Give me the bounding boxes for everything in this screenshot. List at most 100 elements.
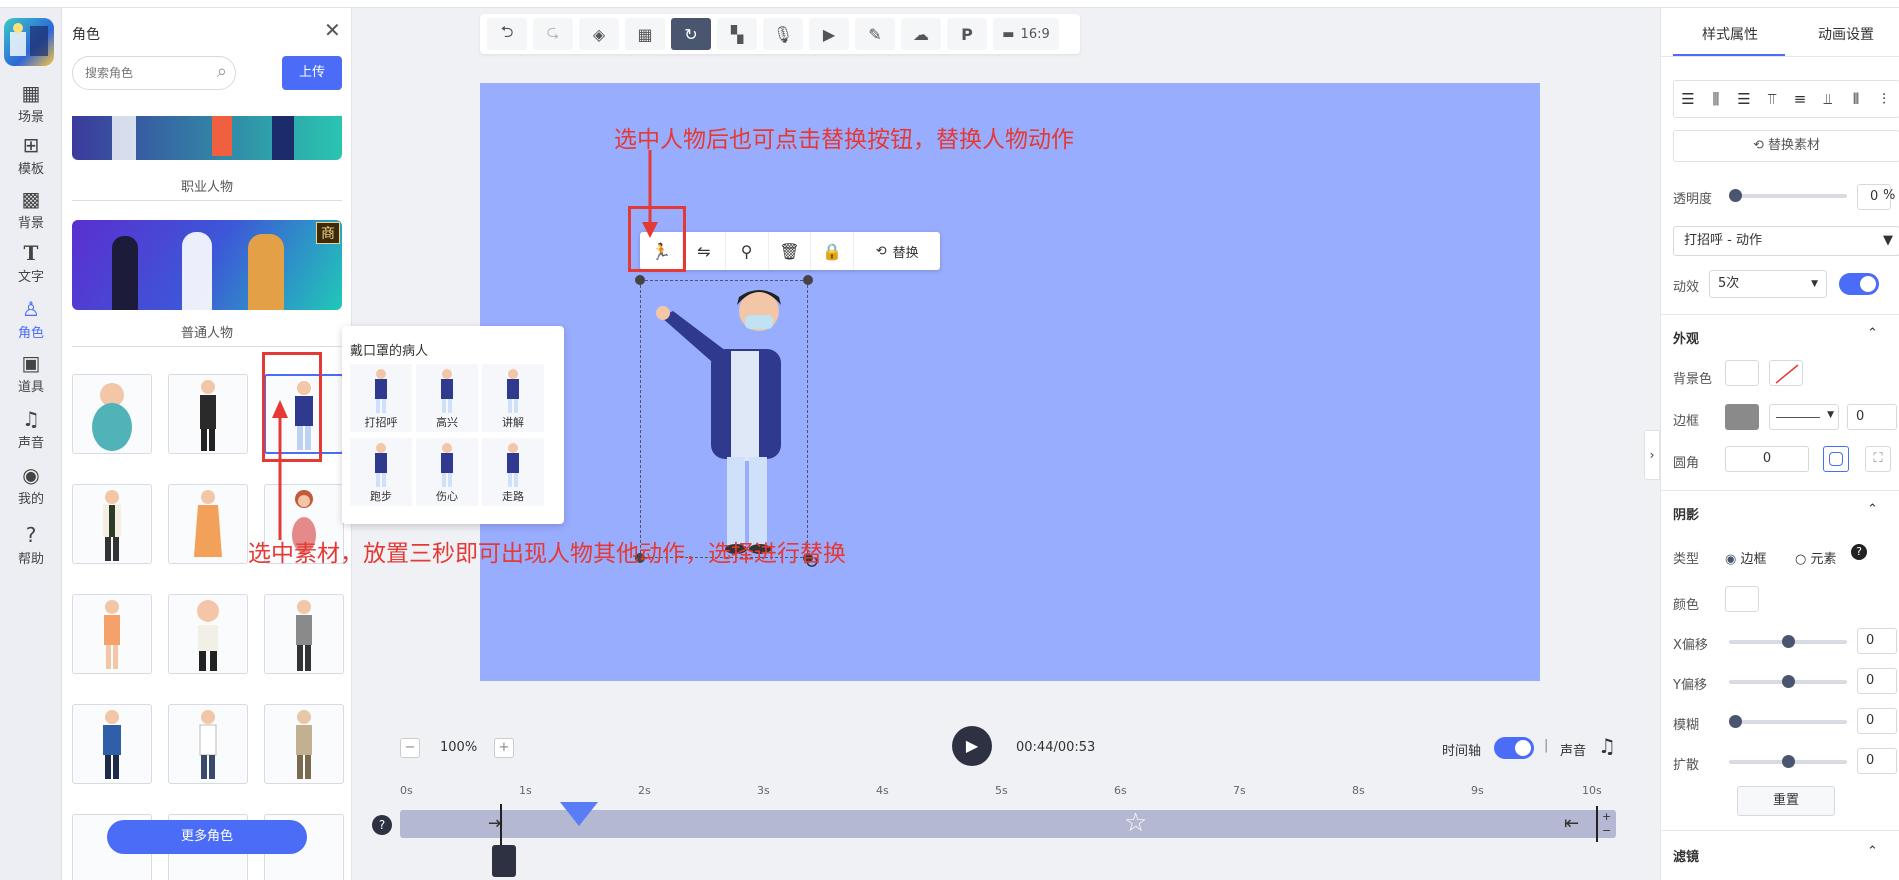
action-option[interactable]: 高兴 xyxy=(416,364,478,432)
selection-box[interactable] xyxy=(640,280,808,558)
playhead[interactable] xyxy=(560,802,598,826)
action-option[interactable]: 打招呼 xyxy=(350,364,412,432)
search-icon[interactable]: ⌕ xyxy=(217,61,227,82)
effect-select[interactable]: 5次 ▼ xyxy=(1709,270,1827,298)
action-option[interactable]: 伤心 xyxy=(416,438,478,506)
search-input[interactable] xyxy=(85,63,205,83)
blur-slider[interactable] xyxy=(1729,715,1847,728)
character-thumb[interactable] xyxy=(168,704,248,784)
replace-button[interactable]: ⟲ 替换 xyxy=(854,232,940,270)
chevron-up-icon[interactable]: ⌃ xyxy=(1867,326,1878,341)
reset-button[interactable]: 重置 xyxy=(1737,786,1835,816)
action-select[interactable]: 打招呼 - 动作 ▼ xyxy=(1673,226,1899,256)
align-top-icon[interactable]: ⫪ xyxy=(1758,90,1786,108)
rail-item-mine[interactable]: ◉ 我的 xyxy=(0,456,62,512)
radius-uniform-icon[interactable] xyxy=(1823,446,1849,472)
border-width-input[interactable]: 0 xyxy=(1847,404,1897,430)
pen-icon[interactable]: ✎ xyxy=(855,18,895,50)
delete-icon[interactable]: 🗑 xyxy=(769,232,812,270)
canvas-stage[interactable] xyxy=(480,83,1540,681)
radio-border[interactable]: ◉ 边框 xyxy=(1725,548,1767,567)
microphone-icon[interactable]: 🎙 xyxy=(763,18,803,50)
blur-input[interactable]: 0 xyxy=(1857,708,1897,734)
rail-item-help[interactable]: ? 帮助 xyxy=(0,516,62,572)
character-thumb[interactable] xyxy=(72,704,152,784)
resize-handle[interactable] xyxy=(635,275,645,285)
format-painter-icon[interactable]: ▚ xyxy=(717,18,757,50)
tab-animation[interactable]: 动画设置 xyxy=(1791,24,1899,44)
rail-item-background[interactable]: ▩ 背景 xyxy=(0,180,62,236)
grid-toggle-icon[interactable]: ▦ xyxy=(625,18,665,50)
spread-slider[interactable] xyxy=(1729,755,1847,768)
distribute-h-icon[interactable]: ⫴ xyxy=(1842,90,1870,108)
time-ruler[interactable]: 0s 1s 2s 3s 4s 5s 6s 7s 8s 9s 10s xyxy=(400,784,1602,804)
exit-icon[interactable]: ⇤ xyxy=(1564,813,1579,834)
ppt-icon[interactable]: P xyxy=(947,18,987,50)
character-thumb[interactable] xyxy=(168,594,248,674)
layers-icon[interactable]: ◈ xyxy=(579,18,619,50)
lock-icon[interactable]: 🔒 xyxy=(811,232,855,270)
replace-material-button[interactable]: ⟲ 替换素材 xyxy=(1673,130,1899,162)
character-thumb[interactable] xyxy=(168,484,248,564)
aspect-ratio-button[interactable]: ▬ 16:9 xyxy=(993,18,1059,50)
character-thumb[interactable] xyxy=(168,374,248,454)
align-left-icon[interactable]: ☰ xyxy=(1674,90,1702,108)
flip-icon[interactable]: ⇋ xyxy=(683,232,726,270)
banner-top[interactable] xyxy=(72,116,342,160)
timeline-toggle[interactable] xyxy=(1494,737,1534,759)
banner-professional[interactable]: 商 xyxy=(72,220,342,310)
shadow-color-swatch[interactable] xyxy=(1725,586,1759,612)
opacity-slider[interactable] xyxy=(1729,189,1847,202)
rail-item-scene[interactable]: ▦ 场景 xyxy=(0,74,62,130)
collapse-panel-icon[interactable]: › xyxy=(1644,430,1660,480)
border-style-select[interactable]: ▼ xyxy=(1769,404,1839,430)
action-option[interactable]: 走路 xyxy=(482,438,544,506)
x-offset-input[interactable]: 0 xyxy=(1857,628,1897,654)
rail-item-text[interactable]: T 文字 xyxy=(0,234,62,290)
chevron-up-icon[interactable]: ⌃ xyxy=(1867,502,1878,517)
character-thumb[interactable] xyxy=(72,484,152,564)
y-offset-slider[interactable] xyxy=(1729,675,1847,688)
radius-input[interactable]: 0 xyxy=(1725,446,1809,472)
align-middle-icon[interactable]: ≡ xyxy=(1786,90,1814,108)
distribute-v-icon[interactable]: ⫶ xyxy=(1870,90,1898,108)
undo-icon[interactable]: ⮌ xyxy=(487,18,527,50)
close-icon[interactable]: ✕ xyxy=(324,18,341,42)
camera-icon[interactable]: ▶ xyxy=(809,18,849,50)
redo-icon[interactable]: ⮎ xyxy=(533,18,573,50)
effect-toggle[interactable] xyxy=(1839,273,1879,295)
align-center-icon[interactable]: ⫼ xyxy=(1702,90,1730,108)
no-color-swatch[interactable] xyxy=(1769,360,1803,386)
character-thumb[interactable] xyxy=(264,594,344,674)
chevron-up-icon[interactable]: ⌃ xyxy=(1867,844,1878,859)
rail-item-template[interactable]: ⊞ 模板 xyxy=(0,126,62,182)
zoom-out-button[interactable]: − xyxy=(400,738,420,758)
character-thumb[interactable] xyxy=(264,704,344,784)
cloud-icon[interactable]: ☁ xyxy=(901,18,941,50)
align-bottom-icon[interactable]: ⫫ xyxy=(1814,90,1842,108)
rail-item-character[interactable]: ♙ 角色 xyxy=(0,290,62,346)
play-button[interactable]: ▶ xyxy=(952,726,992,766)
action-option[interactable]: 跑步 xyxy=(350,438,412,506)
music-note-icon[interactable]: ♫ xyxy=(1598,734,1616,758)
help-icon[interactable]: ? xyxy=(372,815,392,835)
tab-style[interactable]: 样式属性 xyxy=(1675,24,1785,44)
x-offset-slider[interactable] xyxy=(1729,635,1847,648)
align-right-icon[interactable]: ☰ xyxy=(1730,90,1758,108)
upload-button[interactable]: 上传 xyxy=(282,56,342,90)
y-offset-input[interactable]: 0 xyxy=(1857,668,1897,694)
action-option[interactable]: 讲解 xyxy=(482,364,544,432)
help-icon[interactable]: ? xyxy=(1851,544,1867,560)
character-thumb[interactable] xyxy=(72,594,152,674)
anchor-icon[interactable]: ⚲ xyxy=(726,232,769,270)
zoom-in-button[interactable]: + xyxy=(494,738,514,758)
remove-icon[interactable]: − xyxy=(1602,824,1611,837)
clip-thumb[interactable] xyxy=(492,845,516,877)
border-color-swatch[interactable] xyxy=(1725,404,1759,430)
bg-color-swatch[interactable] xyxy=(1725,360,1759,386)
magnet-icon[interactable]: ↻ xyxy=(671,18,711,50)
rail-item-props[interactable]: ▣ 道具 xyxy=(0,344,62,400)
radius-corners-icon[interactable]: ⛶ xyxy=(1865,446,1891,472)
resize-handle[interactable] xyxy=(803,275,813,285)
selected-character[interactable] xyxy=(641,281,809,559)
